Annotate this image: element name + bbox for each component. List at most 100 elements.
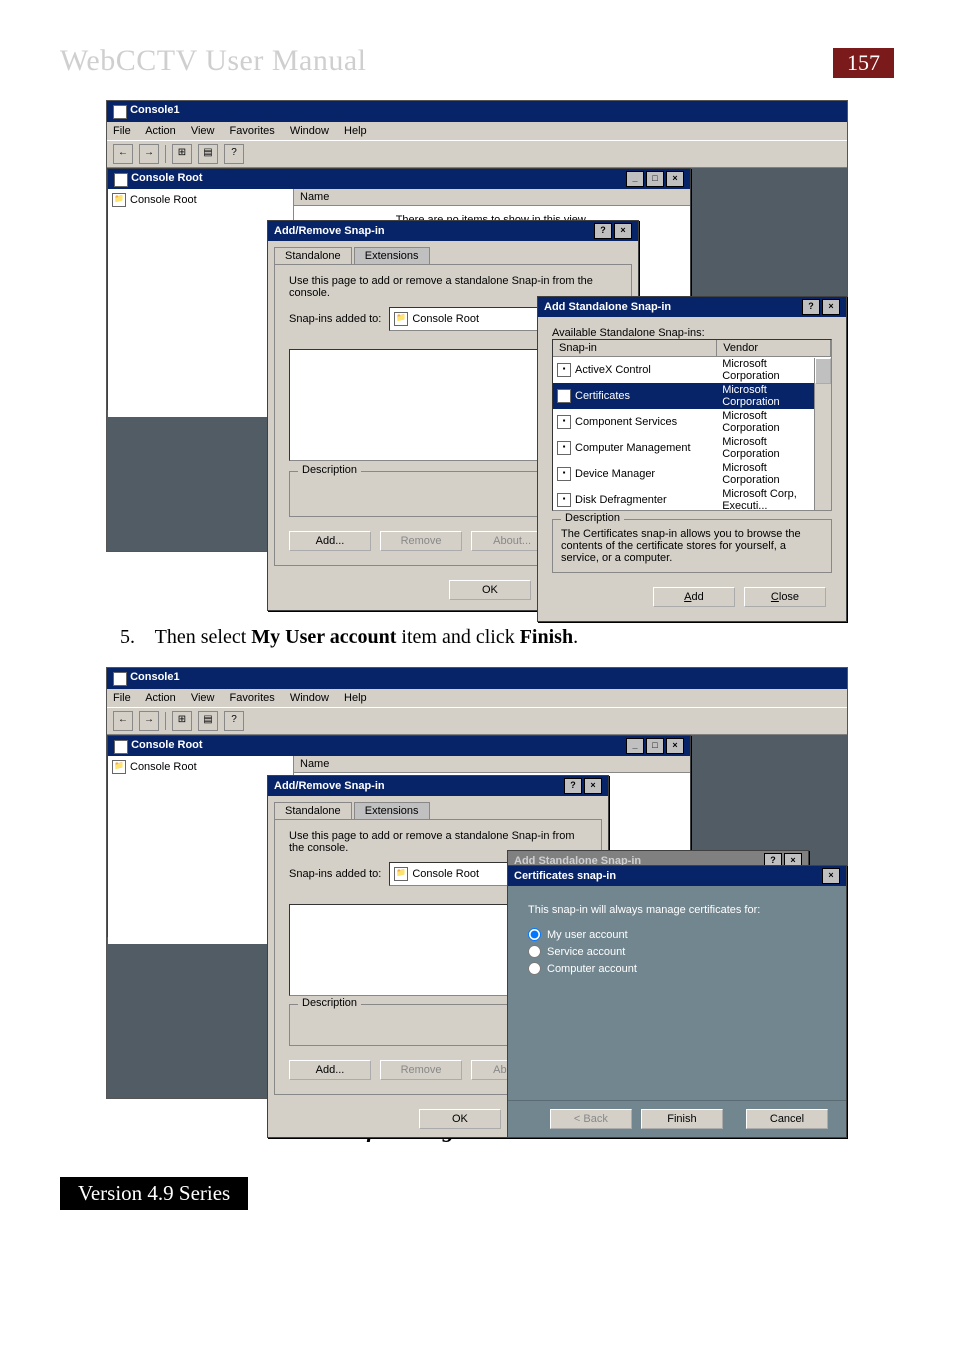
cert-wizard-titlebar: Certificates snap-in × bbox=[508, 866, 846, 886]
description-group-title: Description bbox=[298, 997, 361, 1009]
dialog-help-button[interactable]: ? bbox=[594, 223, 612, 239]
menu-help[interactable]: Help bbox=[344, 125, 367, 137]
menu-window[interactable]: Window bbox=[290, 125, 329, 137]
menu-help[interactable]: Help bbox=[344, 692, 367, 704]
snapin-name: Device Manager bbox=[575, 468, 655, 480]
tab-standalone[interactable]: Standalone bbox=[274, 802, 352, 819]
menu-file[interactable]: File bbox=[113, 125, 131, 137]
close-button[interactable]: Close bbox=[744, 587, 826, 607]
dialog-close-button[interactable]: × bbox=[822, 299, 840, 315]
tab-extensions[interactable]: Extensions bbox=[354, 247, 430, 264]
step-5-text: 5. Then select My User account item and … bbox=[120, 626, 894, 649]
snapins-added-to-label: Snap-ins added to: bbox=[289, 313, 381, 325]
folder-icon: 📁 bbox=[112, 193, 126, 207]
add-standalone-titlebar: Add Standalone Snap-in ? × bbox=[538, 297, 846, 317]
toolbar-properties-button[interactable]: ⊞ bbox=[172, 144, 192, 164]
ok-button[interactable]: OK bbox=[419, 1109, 501, 1129]
tab-standalone[interactable]: Standalone bbox=[274, 247, 352, 264]
footer-version: Version 4.9 Series bbox=[60, 1177, 248, 1210]
minimize-button[interactable]: _ bbox=[626, 738, 644, 754]
dialog-help-button[interactable]: ? bbox=[564, 778, 582, 794]
snapins-added-to-label: Snap-ins added to: bbox=[289, 868, 381, 880]
snapin-list-row[interactable]: ▪Computer ManagementMicrosoft Corporatio… bbox=[553, 435, 831, 461]
menu-view[interactable]: View bbox=[191, 692, 215, 704]
close-button[interactable]: × bbox=[666, 171, 684, 187]
snapin-name: Computer Management bbox=[575, 442, 691, 454]
cert-wizard-prompt: This snap-in will always manage certific… bbox=[528, 904, 826, 916]
snapin-list-row[interactable]: ▪CertificatesMicrosoft Corporation bbox=[553, 383, 831, 409]
radio-input[interactable] bbox=[528, 945, 541, 958]
snapin-list-row[interactable]: ▪ActiveX ControlMicrosoft Corporation bbox=[553, 357, 831, 383]
cancel-button[interactable]: Cancel bbox=[746, 1109, 828, 1129]
ok-button[interactable]: OK bbox=[449, 580, 531, 600]
menu-action[interactable]: Action bbox=[145, 125, 176, 137]
snapin-list-row[interactable]: ▪Component ServicesMicrosoft Corporation bbox=[553, 409, 831, 435]
add-button[interactable]: Add... bbox=[289, 531, 371, 551]
inner-window-titlebar: ▦ Console Root _ □ × bbox=[108, 736, 690, 756]
dialog-close-button[interactable]: × bbox=[584, 778, 602, 794]
dialog-help-button[interactable]: ? bbox=[802, 299, 820, 315]
remove-button[interactable]: Remove bbox=[380, 1060, 462, 1080]
toolbar: ← → ⊞ ▤ ? bbox=[107, 140, 847, 168]
column-vendor[interactable]: Vendor bbox=[717, 340, 831, 356]
list-column-name[interactable]: Name bbox=[294, 756, 690, 773]
nav-back-button[interactable]: ← bbox=[113, 144, 133, 164]
add-button[interactable]: Add bbox=[653, 587, 735, 607]
radio-computer-account[interactable]: Computer account bbox=[528, 962, 826, 975]
minimize-button[interactable]: _ bbox=[626, 171, 644, 187]
nav-forward-button[interactable]: → bbox=[139, 711, 159, 731]
snapin-list-row[interactable]: ▪Disk DefragmenterMicrosoft Corp, Execut… bbox=[553, 487, 831, 511]
scrollbar-thumb[interactable] bbox=[815, 358, 831, 384]
nav-forward-button[interactable]: → bbox=[139, 144, 159, 164]
app-icon: ▦ bbox=[113, 672, 127, 686]
toolbar-properties-button[interactable]: ⊞ bbox=[172, 711, 192, 731]
toolbar-export-button[interactable]: ▤ bbox=[198, 144, 218, 164]
dialog-close-button[interactable]: × bbox=[614, 223, 632, 239]
add-button[interactable]: Add... bbox=[289, 1060, 371, 1080]
toolbar-export-button[interactable]: ▤ bbox=[198, 711, 218, 731]
inner-window-titlebar: ▦ Console Root _ □ × bbox=[108, 169, 690, 189]
snapin-name: Component Services bbox=[575, 416, 677, 428]
scrollbar-vertical[interactable] bbox=[814, 358, 831, 510]
snapin-icon: ▪ bbox=[557, 493, 571, 507]
app-icon: ▦ bbox=[113, 105, 127, 119]
list-column-name[interactable]: Name bbox=[294, 189, 690, 206]
maximize-button[interactable]: □ bbox=[646, 171, 664, 187]
menu-favorites[interactable]: Favorites bbox=[230, 125, 275, 137]
dialog-close-button[interactable]: × bbox=[822, 868, 840, 884]
snapins-target-value: Console Root bbox=[412, 313, 479, 325]
console-titlebar: ▦ Console1 bbox=[107, 668, 847, 689]
add-remove-titlebar: Add/Remove Snap-in ? × bbox=[268, 221, 638, 241]
description-group-title: Description bbox=[298, 464, 361, 476]
tree-item-label: Console Root bbox=[130, 761, 197, 773]
radio-my-user-account[interactable]: My user account bbox=[528, 928, 826, 941]
console-root-icon: ▦ bbox=[114, 173, 128, 187]
toolbar-help-button[interactable]: ? bbox=[224, 144, 244, 164]
menu-action[interactable]: Action bbox=[145, 692, 176, 704]
add-standalone-title: Add Standalone Snap-in bbox=[544, 301, 671, 313]
menu-view[interactable]: View bbox=[191, 125, 215, 137]
radio-input[interactable] bbox=[528, 928, 541, 941]
menu-window[interactable]: Window bbox=[290, 692, 329, 704]
tab-extensions[interactable]: Extensions bbox=[354, 802, 430, 819]
remove-button[interactable]: Remove bbox=[380, 531, 462, 551]
back-button[interactable]: < Back bbox=[550, 1109, 632, 1129]
tree-pane: 📁 Console Root bbox=[108, 189, 293, 417]
maximize-button[interactable]: □ bbox=[646, 738, 664, 754]
radio-input[interactable] bbox=[528, 962, 541, 975]
menu-favorites[interactable]: Favorites bbox=[230, 692, 275, 704]
finish-button[interactable]: Finish bbox=[641, 1109, 723, 1129]
snapin-list-row[interactable]: ▪Device ManagerMicrosoft Corporation bbox=[553, 461, 831, 487]
page-number: 157 bbox=[833, 48, 894, 78]
available-snapins-list[interactable]: Snap-in Vendor ▪ActiveX ControlMicrosoft… bbox=[552, 339, 832, 511]
column-snapin[interactable]: Snap-in bbox=[553, 340, 717, 356]
radio-service-account[interactable]: Service account bbox=[528, 945, 826, 958]
close-button[interactable]: × bbox=[666, 738, 684, 754]
available-snapins-label: Available Standalone Snap-ins: bbox=[552, 327, 832, 339]
snapin-icon: ▪ bbox=[557, 441, 571, 455]
nav-back-button[interactable]: ← bbox=[113, 711, 133, 731]
tree-item-console-root[interactable]: 📁 Console Root bbox=[112, 760, 289, 774]
menu-file[interactable]: File bbox=[113, 692, 131, 704]
toolbar-help-button[interactable]: ? bbox=[224, 711, 244, 731]
tree-item-console-root[interactable]: 📁 Console Root bbox=[112, 193, 289, 207]
